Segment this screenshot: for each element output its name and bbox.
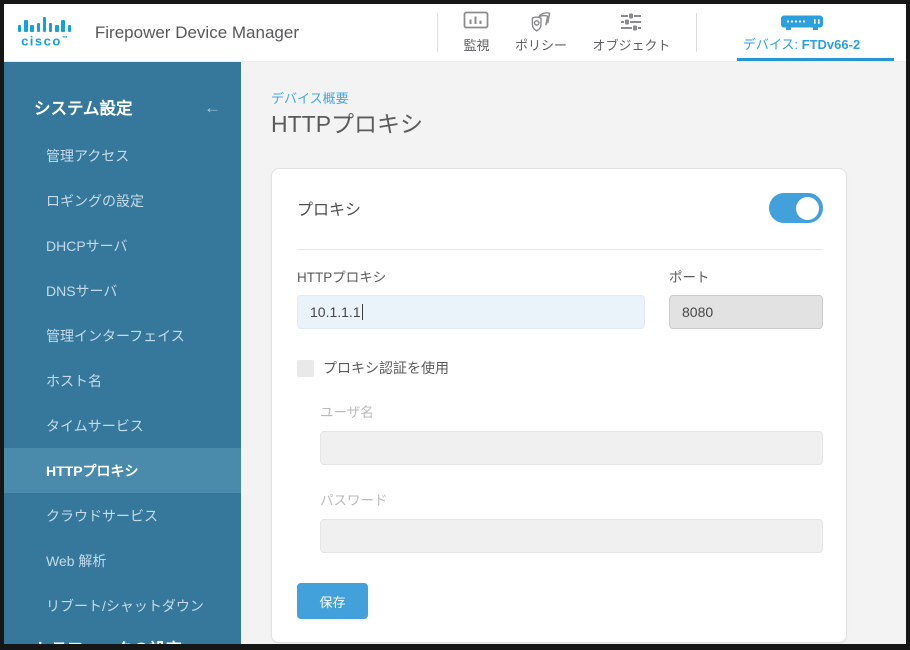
main-content: デバイス概要 HTTPプロキシ プロキシ HTTPプロキシ 10.1.1.1 ポ… — [241, 62, 906, 644]
username-input — [320, 431, 823, 465]
save-button[interactable]: 保存 — [297, 583, 368, 619]
cisco-logo-text: cisco™ — [21, 33, 68, 49]
nav-label-monitoring: 監視 — [463, 38, 490, 53]
use-proxy-auth-checkbox[interactable] — [297, 359, 314, 377]
sidebar-section-system-settings: システム設定 ← — [4, 62, 241, 133]
sidebar-item-hostname[interactable]: ホスト名 — [4, 358, 241, 403]
sidebar-item-management-interface[interactable]: 管理インターフェイス — [4, 313, 241, 358]
page-title: HTTPプロキシ — [271, 111, 424, 137]
cisco-logo-icon: cisco™ — [18, 17, 71, 49]
proxy-toggle-label: プロキシ — [297, 202, 362, 219]
app-window: cisco™ Firepower Device Manager 監視 ポリシー … — [0, 0, 910, 650]
http-proxy-input[interactable]: 10.1.1.1 — [297, 295, 645, 329]
sidebar-item-cloud-services[interactable]: クラウドサービス — [4, 493, 241, 538]
cisco-logo-bars-icon — [18, 17, 71, 33]
sidebar-item-dhcp-server[interactable]: DHCPサーバ — [4, 223, 241, 268]
sidebar-section-traffic-settings: トラフィックの設定 — [4, 636, 241, 644]
http-proxy-field-label: HTTPプロキシ — [297, 270, 387, 285]
password-field-label: パスワード — [320, 493, 388, 508]
sidebar-item-dns-server[interactable]: DNSサーバ — [4, 268, 241, 313]
product-title: Firepower Device Manager — [94, 22, 299, 42]
nav-item-monitoring[interactable]: 監視 — [463, 11, 490, 54]
sidebar-item-reboot-shutdown[interactable]: リブート/シャットダウン — [4, 583, 241, 628]
policies-icon — [531, 12, 551, 32]
active-tab-indicator — [737, 58, 894, 61]
main-nav: 監視 ポリシー オブジェクト — [438, 4, 696, 61]
device-name: FTDv66-2 — [801, 36, 861, 52]
nav-item-policies[interactable]: ポリシー — [515, 11, 567, 54]
nav-label-policies: ポリシー — [514, 38, 567, 53]
nav-item-objects[interactable]: オブジェクト — [592, 11, 671, 54]
http-proxy-card: プロキシ HTTPプロキシ 10.1.1.1 ポート 8080 プロキシ認証を使… — [271, 168, 847, 643]
objects-icon — [621, 13, 642, 31]
toggle-knob — [796, 196, 819, 220]
nav-label-device: デバイス: FTDv66-2 — [742, 36, 861, 52]
monitoring-icon — [464, 11, 489, 29]
section-divider — [297, 249, 823, 250]
sidebar-item-time-services[interactable]: タイムサービス — [4, 403, 241, 448]
nav-item-device[interactable]: デバイス: FTDv66-2 — [697, 4, 906, 61]
port-input-value: 8080 — [682, 304, 714, 320]
http-proxy-input-value: 10.1.1.1 — [310, 304, 361, 320]
top-header: cisco™ Firepower Device Manager 監視 ポリシー … — [4, 4, 906, 62]
trademark-symbol: ™ — [61, 36, 68, 43]
sidebar-item-management-access[interactable]: 管理アクセス — [4, 133, 241, 178]
proxy-toggle[interactable] — [769, 193, 823, 223]
password-input — [320, 519, 823, 553]
sidebar-item-logging-settings[interactable]: ロギングの設定 — [4, 178, 241, 223]
device-icon — [780, 15, 823, 30]
nav-label-objects: オブジェクト — [592, 38, 671, 53]
port-input[interactable]: 8080 — [669, 295, 823, 329]
sidebar-collapse-icon[interactable]: ← — [204, 99, 221, 116]
sidebar: システム設定 ← 管理アクセス ロギングの設定 DHCPサーバ DNSサーバ 管… — [4, 62, 241, 644]
use-proxy-auth-label: プロキシ認証を使用 — [323, 360, 449, 376]
sidebar-item-http-proxy[interactable]: HTTPプロキシ — [4, 448, 241, 493]
brand-block: cisco™ Firepower Device Manager — [4, 4, 437, 61]
breadcrumb-device-summary[interactable]: デバイス概要 — [271, 92, 906, 105]
username-field-label: ユーザ名 — [320, 405, 374, 420]
sidebar-section-title: システム設定 — [34, 100, 133, 118]
port-field-label: ポート — [669, 270, 710, 285]
sidebar-item-web-analytics[interactable]: Web 解析 — [4, 538, 241, 583]
text-cursor — [361, 304, 363, 320]
